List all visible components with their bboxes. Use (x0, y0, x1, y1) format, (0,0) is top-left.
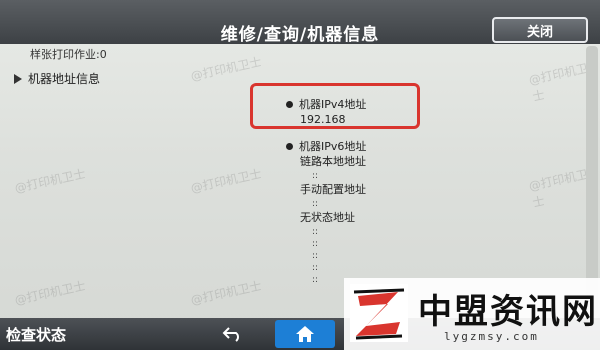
printer-screen: @打印机卫士 @打印机卫士 @打印机卫士 @打印机卫士 @打印机卫士 @打印机卫… (0, 0, 600, 350)
ipv6-row: 机器IPv6地址 (286, 138, 366, 154)
link-local-label: 链路本地地址 (300, 155, 366, 168)
close-button[interactable]: 关闭 (492, 17, 588, 43)
home-icon (296, 326, 314, 342)
back-arrow-icon (222, 327, 239, 342)
tree-item-label: 机器地址信息 (28, 72, 101, 86)
watermark: @打印机卫士 (189, 166, 263, 196)
sample-print-jobs-text: 样张打印作业:0 (30, 48, 107, 61)
check-status-button[interactable]: 检查状态 (0, 318, 120, 350)
watermark: @打印机卫士 (189, 54, 263, 84)
header-bar: 维修/查询/机器信息 关闭 (0, 0, 600, 45)
back-button[interactable] (198, 320, 268, 348)
stateless-value: :: (312, 239, 319, 249)
stateless-value: :: (312, 251, 319, 261)
watermark: @打印机卫士 (189, 278, 263, 308)
expand-triangle-icon (14, 73, 22, 84)
stateless-value: :: (312, 227, 319, 237)
ipv6-label: 机器IPv6地址 (299, 140, 367, 153)
bullet-icon (286, 142, 293, 150)
link-local-value: :: (312, 171, 319, 181)
manual-label: 手动配置地址 (300, 183, 366, 196)
tree-item-machine-address[interactable]: 机器地址信息 (14, 70, 100, 87)
brand-site: lygzmsy.com (444, 330, 539, 343)
brand-name: 中盟资讯网 (418, 292, 598, 332)
scrollbar[interactable] (586, 46, 598, 316)
brand-watermark: 中盟资讯网 lygzmsy.com (344, 278, 600, 350)
stateless-label: 无状态地址 (300, 211, 355, 224)
manual-value: :: (312, 199, 319, 209)
watermark: @打印机卫士 (13, 278, 87, 308)
ipv4-highlight-box (250, 83, 420, 129)
home-button[interactable] (275, 320, 335, 348)
brand-logo-icon (350, 284, 408, 342)
watermark: @打印机卫士 (13, 166, 87, 196)
stateless-value: :: (312, 263, 319, 273)
